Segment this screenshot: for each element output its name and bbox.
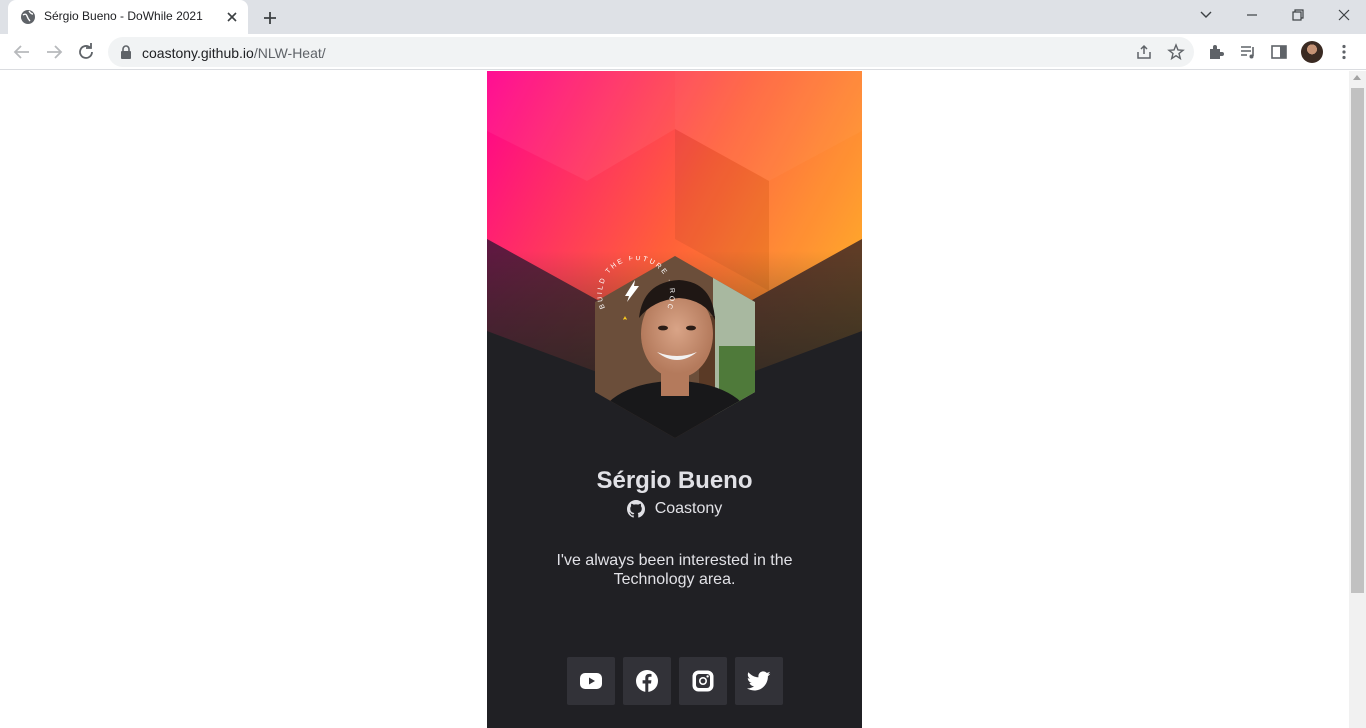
scrollbar-thumb[interactable] bbox=[1351, 88, 1364, 593]
profile-card: BUILD THE FUTURE · ROCKETSEAT Sérgio Bue… bbox=[487, 71, 862, 728]
facebook-icon bbox=[636, 670, 658, 692]
browser-toolbar: coastony.github.io/NLW-Heat/ bbox=[0, 34, 1366, 70]
social-links bbox=[567, 657, 783, 705]
restore-button[interactable] bbox=[1274, 0, 1320, 30]
address-bar[interactable]: coastony.github.io/NLW-Heat/ bbox=[108, 37, 1194, 67]
youtube-icon bbox=[580, 673, 602, 689]
lock-icon[interactable] bbox=[120, 45, 132, 59]
url-host: coastony.github.io bbox=[142, 45, 254, 61]
twitter-icon bbox=[747, 671, 771, 691]
browser-tab[interactable]: Sérgio Bueno - DoWhile 2021 bbox=[8, 0, 248, 34]
close-tab-icon[interactable] bbox=[224, 9, 240, 25]
restore-icon bbox=[1292, 9, 1304, 21]
globe-icon bbox=[21, 10, 35, 24]
github-link[interactable]: Coastony bbox=[487, 500, 862, 520]
profile-bio: I've always been interested in the Techn… bbox=[556, 552, 793, 588]
tab-strip: Sérgio Bueno - DoWhile 2021 bbox=[0, 0, 1366, 34]
side-panel-icon[interactable] bbox=[1270, 43, 1288, 61]
github-icon bbox=[626, 500, 645, 518]
menu-kebab-icon[interactable] bbox=[1335, 43, 1353, 61]
github-username: Coastony bbox=[654, 500, 723, 517]
profile-avatar-photo: BUILD THE FUTURE · ROCKETSEAT bbox=[595, 256, 755, 438]
youtube-link[interactable] bbox=[567, 657, 615, 705]
forward-arrow-icon[interactable] bbox=[42, 40, 66, 64]
new-tab-icon[interactable] bbox=[258, 6, 282, 30]
back-arrow-icon[interactable] bbox=[10, 40, 34, 64]
url-path: /NLW-Heat/ bbox=[253, 45, 326, 61]
instagram-icon bbox=[692, 670, 714, 692]
chevron-down-icon bbox=[1200, 11, 1212, 18]
close-window-button[interactable] bbox=[1320, 0, 1366, 30]
minimize-button[interactable] bbox=[1228, 0, 1274, 30]
reload-icon[interactable] bbox=[74, 40, 98, 64]
profile-avatar[interactable] bbox=[1301, 41, 1323, 63]
scroll-up-arrow-icon[interactable] bbox=[1353, 75, 1361, 80]
tab-title: Sérgio Bueno - DoWhile 2021 bbox=[44, 9, 203, 23]
media-control-icon[interactable] bbox=[1239, 43, 1257, 61]
share-icon[interactable] bbox=[1135, 43, 1153, 61]
url-text: coastony.github.io/NLW-Heat/ bbox=[142, 45, 326, 61]
extensions-icon[interactable] bbox=[1207, 43, 1225, 61]
tab-search-button[interactable] bbox=[1182, 0, 1228, 30]
twitter-link[interactable] bbox=[735, 657, 783, 705]
instagram-link[interactable] bbox=[679, 657, 727, 705]
facebook-link[interactable] bbox=[623, 657, 671, 705]
page-scrollbar[interactable] bbox=[1349, 71, 1366, 728]
close-icon bbox=[1338, 9, 1350, 21]
minimize-icon bbox=[1247, 14, 1257, 16]
profile-name: Sérgio Bueno bbox=[596, 467, 753, 494]
bookmark-star-icon[interactable] bbox=[1167, 43, 1185, 61]
